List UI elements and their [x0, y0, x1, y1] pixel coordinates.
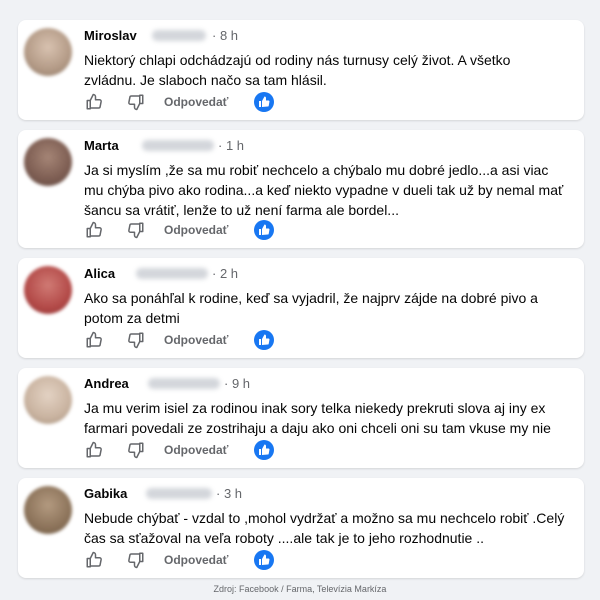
comment-time[interactable]: · 3 h — [216, 486, 242, 501]
reply-button[interactable]: Odpovedať — [164, 333, 228, 347]
like-reaction-icon[interactable] — [254, 440, 275, 460]
thumbs-down-icon[interactable] — [126, 330, 146, 350]
thumbs-up-icon[interactable] — [84, 440, 104, 460]
blurred-surname — [136, 268, 208, 279]
comment-text: Nebude chýbať - vzdal to ,mohol vydržať … — [84, 510, 565, 546]
avatar[interactable] — [24, 28, 72, 76]
comment-author[interactable]: Gabika — [84, 486, 127, 501]
comment-actions: Odpovedať — [84, 92, 275, 112]
thumbs-up-icon[interactable] — [84, 330, 104, 350]
like-reaction-icon[interactable] — [254, 92, 275, 112]
comment-text: Ako sa ponáhľal k rodine, keď sa vyjadri… — [84, 290, 538, 326]
comment-text: Ja si myslím ,že sa mu robiť nechcelo a … — [84, 162, 564, 218]
comment-actions: Odpovedať — [84, 550, 275, 570]
reply-button[interactable]: Odpovedať — [164, 95, 228, 109]
comment-card: Gabika · 3 h Nebude chýbať - vzdal to ,m… — [18, 478, 584, 578]
comment-time[interactable]: · 2 h — [212, 266, 238, 281]
avatar[interactable] — [24, 138, 72, 186]
comment-time[interactable]: · 9 h — [224, 376, 250, 391]
comment-actions: Odpovedať — [84, 330, 275, 350]
comment-card: Alica · 2 h Ako sa ponáhľal k rodine, ke… — [18, 258, 584, 358]
thumbs-down-icon[interactable] — [126, 550, 146, 570]
source-caption: Zdroj: Facebook / Farma, Televízia Markí… — [213, 584, 387, 594]
like-reaction-icon[interactable] — [254, 220, 275, 240]
comment-text: Niektorý chlapi odchádzajú od rodiny nás… — [84, 52, 511, 88]
comment-author[interactable]: Marta — [84, 138, 119, 153]
blurred-surname — [152, 30, 206, 41]
blurred-surname — [142, 140, 214, 151]
thumbs-up-icon[interactable] — [84, 550, 104, 570]
comment-author[interactable]: Miroslav — [84, 28, 137, 43]
thumbs-up-icon[interactable] — [84, 220, 104, 240]
comment-author[interactable]: Alica — [84, 266, 115, 281]
comment-card: Andrea · 9 h Ja mu verim isiel za rodino… — [18, 368, 584, 468]
thumbs-up-icon[interactable] — [84, 92, 104, 112]
like-reaction-icon[interactable] — [254, 550, 275, 570]
comment-card: Miroslav · 8 h Niektorý chlapi odchádzaj… — [18, 20, 584, 120]
avatar[interactable] — [24, 486, 72, 534]
avatar[interactable] — [24, 376, 72, 424]
reply-button[interactable]: Odpovedať — [164, 553, 228, 567]
like-reaction-icon[interactable] — [254, 330, 275, 350]
reply-button[interactable]: Odpovedať — [164, 443, 228, 457]
reply-button[interactable]: Odpovedať — [164, 223, 228, 237]
comment-actions: Odpovedať — [84, 220, 275, 240]
comment-card: Marta · 1 h Ja si myslím ,že sa mu robiť… — [18, 130, 584, 248]
comment-time[interactable]: · 1 h — [218, 138, 244, 153]
blurred-surname — [146, 488, 212, 499]
thumbs-down-icon[interactable] — [126, 440, 146, 460]
thumbs-down-icon[interactable] — [126, 92, 146, 112]
blurred-surname — [148, 378, 220, 389]
comment-author[interactable]: Andrea — [84, 376, 129, 391]
comment-time[interactable]: · 8 h — [212, 28, 238, 43]
thumbs-down-icon[interactable] — [126, 220, 146, 240]
comment-text: Ja mu verim isiel za rodinou inak sory t… — [84, 400, 551, 436]
comment-actions: Odpovedať — [84, 440, 275, 460]
avatar[interactable] — [24, 266, 72, 314]
